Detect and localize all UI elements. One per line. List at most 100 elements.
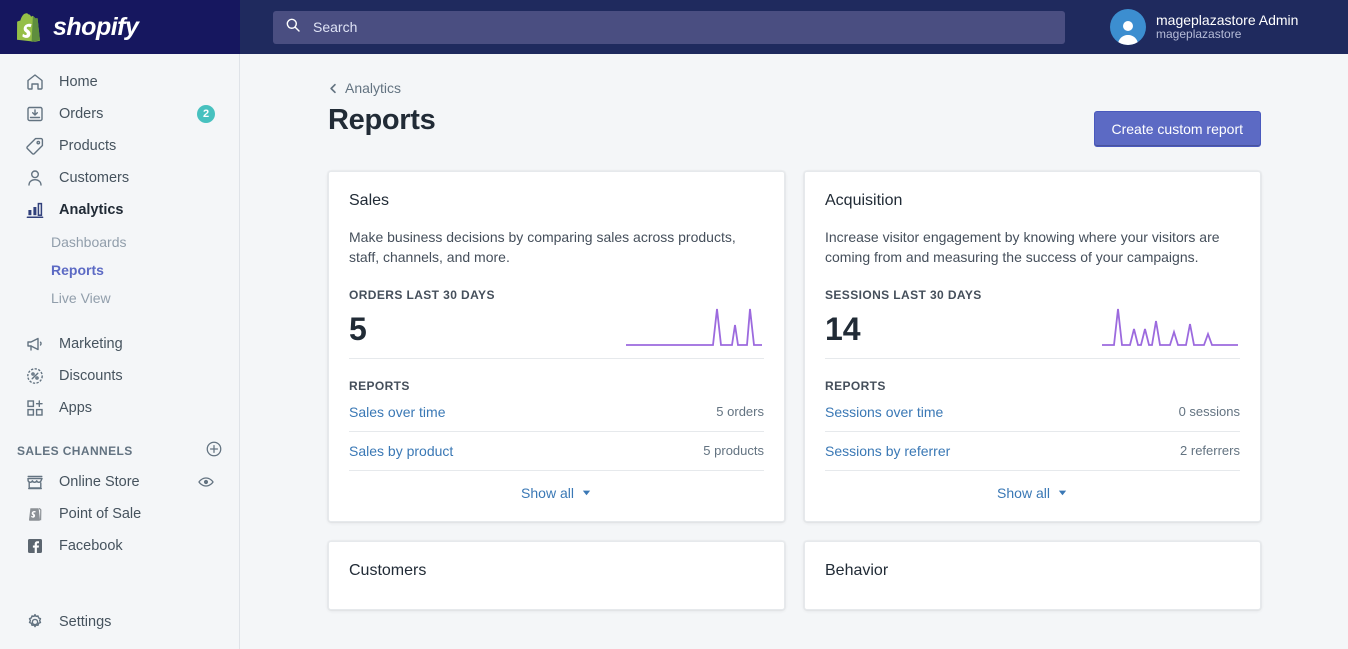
report-row[interactable]: Sales by product 5 products bbox=[349, 432, 764, 471]
card-description: Make business decisions by comparing sal… bbox=[349, 229, 736, 266]
card-description: Increase visitor engagement by knowing w… bbox=[825, 229, 1220, 266]
reports-label: Reports bbox=[825, 378, 886, 393]
sidebar-item-customers[interactable]: Customers bbox=[8, 162, 231, 194]
main-content: Analytics Reports Create custom report S… bbox=[240, 54, 1348, 649]
sidebar-item-online-store[interactable]: Online Store bbox=[8, 466, 231, 498]
sidebar-item-point-of-sale[interactable]: Point of Sale bbox=[8, 498, 231, 530]
gear-icon bbox=[25, 612, 45, 632]
products-tag-icon bbox=[25, 136, 45, 156]
marketing-megaphone-icon bbox=[25, 334, 45, 354]
sales-channels-title: Sales channels bbox=[17, 444, 133, 458]
sidebar-item-apps[interactable]: Apps bbox=[8, 392, 231, 424]
breadcrumb[interactable]: Analytics bbox=[328, 80, 401, 96]
orders-icon bbox=[25, 104, 45, 124]
online-store-icon bbox=[25, 472, 45, 492]
sidebar-item-label: Discounts bbox=[59, 368, 123, 384]
card-title: Sales bbox=[349, 192, 390, 209]
sidebar-footer: Settings bbox=[0, 595, 239, 649]
report-link[interactable]: Sales over time bbox=[349, 404, 445, 420]
sidebar-item-discounts[interactable]: Discounts bbox=[8, 360, 231, 392]
search-placeholder: Search bbox=[313, 19, 358, 35]
metric-row: 5 bbox=[349, 304, 764, 359]
page-header: Reports Create custom report bbox=[328, 104, 1261, 147]
sidebar-item-products[interactable]: Products bbox=[8, 130, 231, 162]
sidebar-item-orders[interactable]: Orders 2 bbox=[8, 98, 231, 130]
report-count: 5 orders bbox=[716, 404, 764, 420]
sidebar-item-label: Apps bbox=[59, 400, 93, 416]
sidebar-item-label: Point of Sale bbox=[59, 506, 142, 522]
brand-name: shopify bbox=[53, 12, 139, 41]
point-of-sale-icon bbox=[25, 504, 45, 524]
sidebar-item-label: Analytics bbox=[59, 202, 124, 218]
sales-channels-section-header: Sales channels bbox=[0, 436, 239, 466]
sidebar-item-analytics[interactable]: Analytics bbox=[8, 194, 231, 226]
user-avatar-icon bbox=[1110, 9, 1146, 45]
account-store-name: mageplazastore bbox=[1156, 27, 1242, 42]
account-menu[interactable]: mageplazastore Admin mageplazastore bbox=[1100, 0, 1348, 54]
report-row[interactable]: Sessions by referrer 2 referrers bbox=[825, 432, 1240, 471]
caret-down-icon bbox=[581, 487, 592, 498]
metric-value: 14 bbox=[825, 311, 861, 348]
plus-circle-icon[interactable] bbox=[205, 440, 223, 463]
card-title: Behavior bbox=[825, 561, 889, 579]
sales-card: Sales Make business decisions by compari… bbox=[328, 171, 785, 522]
eye-icon[interactable] bbox=[197, 473, 215, 491]
metric-row: 14 bbox=[825, 304, 1240, 359]
sidebar-item-label: Home bbox=[59, 74, 98, 90]
apps-grid-plus-icon bbox=[25, 398, 45, 418]
search-input[interactable]: Search bbox=[273, 10, 1065, 44]
report-link[interactable]: Sessions by referrer bbox=[825, 443, 950, 459]
sidebar-subitem-dashboards[interactable]: Dashboards bbox=[0, 228, 239, 256]
sidebar-item-home[interactable]: Home bbox=[8, 66, 231, 98]
report-row[interactable]: Sessions over time 0 sessions bbox=[825, 393, 1240, 432]
page-title: Reports bbox=[328, 104, 436, 136]
caret-down-icon bbox=[1057, 487, 1068, 498]
report-row[interactable]: Sales over time 5 orders bbox=[349, 393, 764, 432]
sidebar-item-label: Customers bbox=[59, 170, 130, 186]
metric-label: Orders last 30 days bbox=[349, 287, 495, 302]
metric-label: Sessions last 30 days bbox=[825, 287, 982, 302]
metric-value: 5 bbox=[349, 311, 367, 348]
acquisition-sparkline bbox=[1100, 304, 1240, 349]
show-all-button[interactable]: Show all bbox=[825, 471, 1240, 501]
reports-card-grid: Sales Make business decisions by compari… bbox=[328, 171, 1261, 610]
report-link[interactable]: Sales by product bbox=[349, 443, 453, 459]
home-icon bbox=[25, 72, 45, 92]
create-custom-report-button[interactable]: Create custom report bbox=[1093, 111, 1261, 147]
sidebar-item-label: Facebook bbox=[59, 538, 123, 554]
chevron-left-icon bbox=[328, 83, 339, 94]
sales-sparkline bbox=[624, 304, 764, 349]
nav-divider-space bbox=[0, 316, 239, 328]
top-bar: shopify Search mageplazastore Admin mage… bbox=[0, 0, 1348, 54]
sidebar-subitem-live-view[interactable]: Live View bbox=[0, 284, 239, 312]
analytics-bar-chart-icon bbox=[25, 200, 45, 220]
card-title: Acquisition bbox=[825, 192, 903, 209]
acquisition-card: Acquisition Increase visitor engagement … bbox=[804, 171, 1261, 522]
facebook-icon bbox=[25, 536, 45, 556]
report-count: 0 sessions bbox=[1178, 404, 1240, 420]
show-all-label: Show all bbox=[997, 484, 1050, 501]
search-icon bbox=[285, 17, 301, 38]
report-count: 2 referrers bbox=[1180, 443, 1240, 459]
customers-card: Customers bbox=[328, 540, 785, 610]
sidebar-item-label: Marketing bbox=[59, 336, 123, 352]
brand-logo-area[interactable]: shopify bbox=[0, 0, 240, 54]
sidebar-subitem-reports[interactable]: Reports bbox=[0, 256, 239, 284]
analytics-subnav: Dashboards Reports Live View bbox=[0, 226, 239, 316]
behavior-card: Behavior bbox=[804, 540, 1261, 610]
report-link[interactable]: Sessions over time bbox=[825, 404, 943, 420]
discounts-percent-icon bbox=[25, 366, 45, 386]
breadcrumb-label: Analytics bbox=[345, 80, 402, 96]
sidebar-item-facebook[interactable]: Facebook bbox=[8, 530, 231, 562]
sidebar-item-label: Settings bbox=[59, 614, 112, 630]
account-name: mageplazastore Admin bbox=[1156, 12, 1299, 29]
card-title: Customers bbox=[349, 561, 427, 579]
sidebar-item-settings[interactable]: Settings bbox=[8, 606, 231, 638]
orders-badge: 2 bbox=[197, 105, 215, 123]
report-count: 5 products bbox=[703, 443, 764, 459]
sidebar-item-label: Orders bbox=[59, 106, 104, 122]
sidebar-item-marketing[interactable]: Marketing bbox=[8, 328, 231, 360]
customers-person-icon bbox=[25, 168, 45, 188]
sidebar-item-label: Products bbox=[59, 138, 117, 154]
show-all-button[interactable]: Show all bbox=[349, 471, 764, 501]
